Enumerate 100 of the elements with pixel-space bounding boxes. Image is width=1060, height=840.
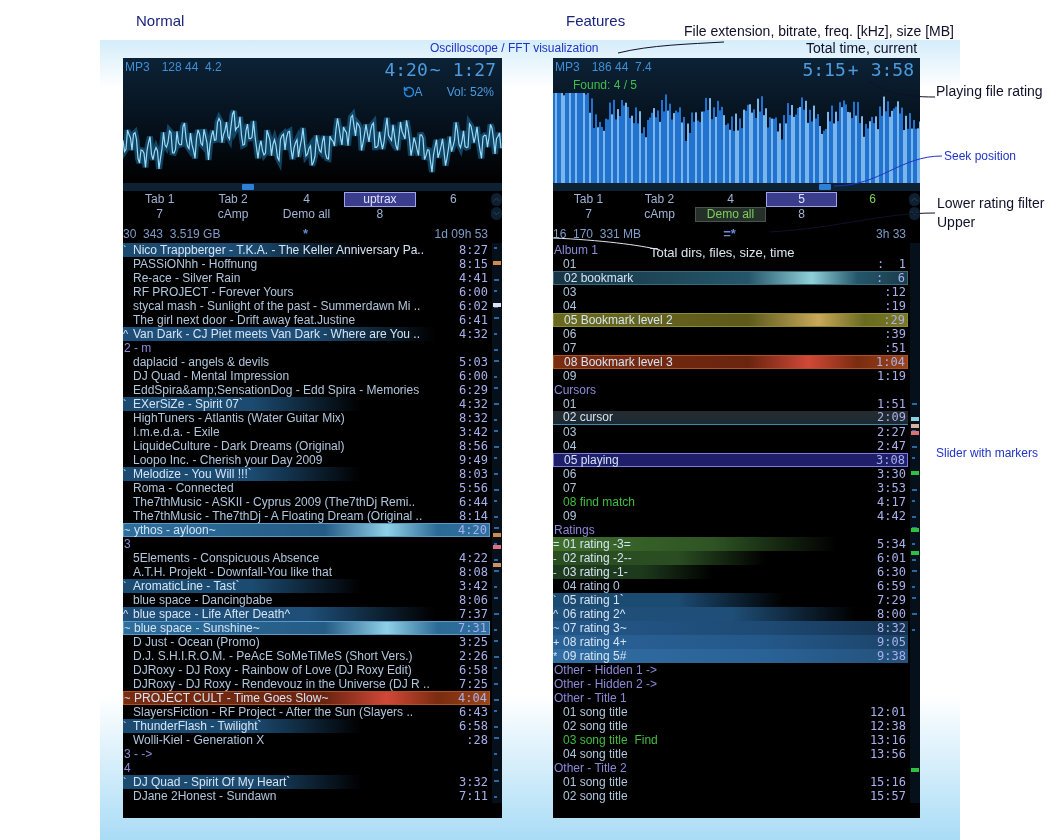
tab[interactable]: Tab 1: [566, 192, 611, 207]
track-title[interactable]: AromaticLine - Tast`: [133, 579, 460, 593]
track-title[interactable]: 08 find match: [563, 495, 878, 509]
highlight-bar[interactable]: ` 05 rating 1` 7:29: [553, 593, 908, 607]
highlight-bar[interactable]: ` DJ Quad - Spirit Of My Heart` 3:32: [123, 775, 490, 789]
track-title[interactable]: 09: [563, 509, 878, 523]
tab[interactable]: 4: [720, 192, 741, 207]
tab[interactable]: 7: [578, 207, 599, 222]
seek-bar[interactable]: [123, 183, 502, 191]
track-title[interactable]: 07 rating 3~: [563, 621, 878, 635]
highlight-bar[interactable]: ^ blue space - Life After Death^ 7:37: [123, 607, 490, 621]
tab[interactable]: cAmp: [210, 207, 256, 222]
track-title[interactable]: 04: [563, 299, 885, 313]
track-title[interactable]: 06: [563, 467, 878, 481]
track-title[interactable]: RF PROJECT - Forever Yours: [133, 285, 460, 299]
track-title[interactable]: D Just - Ocean (Promo): [133, 635, 460, 649]
highlight-bar[interactable]: ` AromaticLine - Tast` 3:42: [123, 579, 490, 593]
highlight-bar[interactable]: ^ 06 rating 2^ 8:00: [553, 607, 908, 621]
track-title[interactable]: I.m.e.d.a. - Exile: [133, 425, 460, 439]
track-title[interactable]: SlayersFiction - RF Project - After the Sun (Slayers ..: [133, 705, 460, 719]
track-title[interactable]: 07: [563, 341, 885, 355]
track-title[interactable]: PROJECT CULT - Time Goes Slow~: [134, 691, 459, 705]
tab[interactable]: 6: [442, 192, 464, 207]
highlight-bar[interactable]: 02 cursor 2:09: [553, 411, 908, 425]
track-title[interactable]: Roma - Connected: [133, 481, 460, 495]
group-header[interactable]: Ratings: [553, 523, 595, 537]
track-title[interactable]: 05 playing: [564, 453, 877, 467]
track-title[interactable]: The7thMusic - ASKII - Cyprus 2009 (The7thDj Remi..: [133, 495, 460, 509]
group-header[interactable]: Cursors: [553, 383, 596, 397]
highlight-bar[interactable]: ~ PROJECT CULT - Time Goes Slow~ 4:04: [123, 691, 490, 705]
repeat-icon[interactable]: [402, 86, 415, 98]
track-title[interactable]: The girl next door - Drift away feat.Justine: [133, 313, 460, 327]
track-title[interactable]: 03: [563, 425, 878, 439]
group-header[interactable]: Other - Title 1: [553, 691, 627, 705]
track-title[interactable]: 09: [563, 369, 878, 383]
group-header[interactable]: 3: [123, 537, 131, 551]
track-title[interactable]: Wolli-Kiel - Generation X: [133, 733, 467, 747]
highlight-bar[interactable]: ^ Van Dark - CJ Piet meets Van Dark - Where are You .. 4:32: [123, 327, 490, 341]
tab[interactable]: Tab 1: [138, 192, 182, 207]
track-title[interactable]: 02 rating -2--: [563, 551, 878, 565]
track-title[interactable]: 07: [563, 481, 878, 495]
track-title[interactable]: Loopo Inc. - Cherish your Day 2009: [133, 453, 460, 467]
track-title[interactable]: 04 song title: [563, 747, 870, 761]
track-title[interactable]: DJane 2Honest - Sundawn: [133, 789, 460, 803]
track-title[interactable]: Re-ace - Silver Rain: [133, 271, 460, 285]
track-title[interactable]: Nico Trappberger - T.K.A. - The Keller Anniversary Pa..: [133, 243, 460, 257]
track-title[interactable]: DJRoxy - DJ Roxy - Rainbow of Love (DJ Roxy Edit): [133, 663, 460, 677]
track-title[interactable]: DJ Quad - Spirit Of My Heart`: [133, 775, 460, 789]
track-title[interactable]: EXerSiZe - Spirit 07`: [133, 397, 460, 411]
highlight-bar[interactable]: * 09 rating 5# 9:38: [553, 649, 908, 663]
track-title[interactable]: blue space - Life After Death^: [133, 607, 460, 621]
track-title[interactable]: 05 rating 1`: [563, 593, 878, 607]
group-header[interactable]: 3 - ->: [123, 747, 153, 761]
highlight-bar[interactable]: - 03 rating -1- 6:30: [553, 565, 908, 579]
group-header[interactable]: Other - Hidden 2 ->: [553, 677, 658, 691]
scrollbar-drawing[interactable]: [910, 243, 920, 803]
track-title[interactable]: 06 rating 2^: [563, 607, 878, 621]
track-title[interactable]: daplacid - angels & devils: [133, 355, 460, 369]
tab[interactable]: Demo all: [695, 207, 766, 222]
tab[interactable]: 4: [296, 192, 317, 207]
rating-filter[interactable]: =*: [723, 226, 736, 241]
group-header[interactable]: 4: [123, 761, 131, 775]
highlight-bar[interactable]: 05 playing 3:08: [553, 453, 908, 467]
track-title[interactable]: 03 song title Find: [563, 733, 870, 747]
group-header[interactable]: Other - Title 2: [553, 761, 627, 775]
track-title[interactable]: 01 rating -3=: [563, 537, 878, 551]
track-title[interactable]: 08 rating 4+: [563, 635, 878, 649]
track-title[interactable]: LiquideCulture - Dark Dreams (Original): [133, 439, 460, 453]
highlight-bar[interactable]: 08 Bookmark level 3 1:04: [553, 355, 908, 369]
highlight-bar[interactable]: ~ 07 rating 3~ 8:32: [553, 621, 908, 635]
tab[interactable]: 7: [149, 207, 171, 222]
tab[interactable]: uptrax: [343, 192, 416, 207]
rating-filter[interactable]: *: [302, 226, 309, 241]
highlight-bar[interactable]: 05 Bookmark level 2 :29: [553, 313, 908, 327]
seek-thumb[interactable]: [818, 184, 831, 190]
tab[interactable]: 8: [369, 207, 391, 222]
highlight-bar[interactable]: ` Melodize - You Will !!!` 8:03: [123, 467, 490, 481]
highlight-bar[interactable]: ~ blue space - Sunshine~ 7:31: [123, 621, 490, 635]
track-title[interactable]: 05 Bookmark level 2: [564, 313, 884, 327]
track-title[interactable]: 06: [563, 327, 885, 341]
track-title[interactable]: DJRoxy - DJ Roxy - Rendevouz in the Universe (DJ R ..: [133, 677, 460, 691]
highlight-bar[interactable]: 02 bookmark : 6: [553, 271, 908, 285]
track-title[interactable]: Van Dark - CJ Piet meets Van Dark - Where are You ..: [133, 327, 460, 341]
tab[interactable]: Tab 2: [637, 192, 682, 207]
track-title[interactable]: DJ Quad - Mental Impression: [133, 369, 460, 383]
track-title[interactable]: The7thMusic - The7thDj - A Floating Dream (Original ..: [133, 509, 460, 523]
track-title[interactable]: ythos - ayloon~: [134, 523, 459, 537]
tab[interactable]: 8: [791, 207, 812, 222]
highlight-bar[interactable]: ~ ythos - ayloon~ 4:20: [123, 523, 490, 537]
track-title[interactable]: 02 bookmark: [564, 271, 877, 285]
highlight-bar[interactable]: ` Nico Trappberger - T.K.A. - The Keller Anniversary Pa.. 8:27: [123, 243, 490, 257]
track-title[interactable]: 02 cursor: [563, 411, 878, 424]
track-title[interactable]: blue space - Dancingbabe: [133, 593, 460, 607]
group-header[interactable]: Album 1: [553, 243, 599, 257]
track-title[interactable]: 01: [563, 397, 878, 411]
track-title[interactable]: HighTuners - Atlantis (Water Guitar Mix): [133, 411, 460, 425]
seek-thumb[interactable]: [242, 184, 255, 190]
track-title[interactable]: blue space - Sunshine~: [134, 621, 459, 635]
track-title[interactable]: EddSpira&amp;SensationDog - Edd Spira - Memories: [133, 383, 460, 397]
highlight-bar[interactable]: ` EXerSiZe - Spirit 07` 4:32: [123, 397, 490, 411]
